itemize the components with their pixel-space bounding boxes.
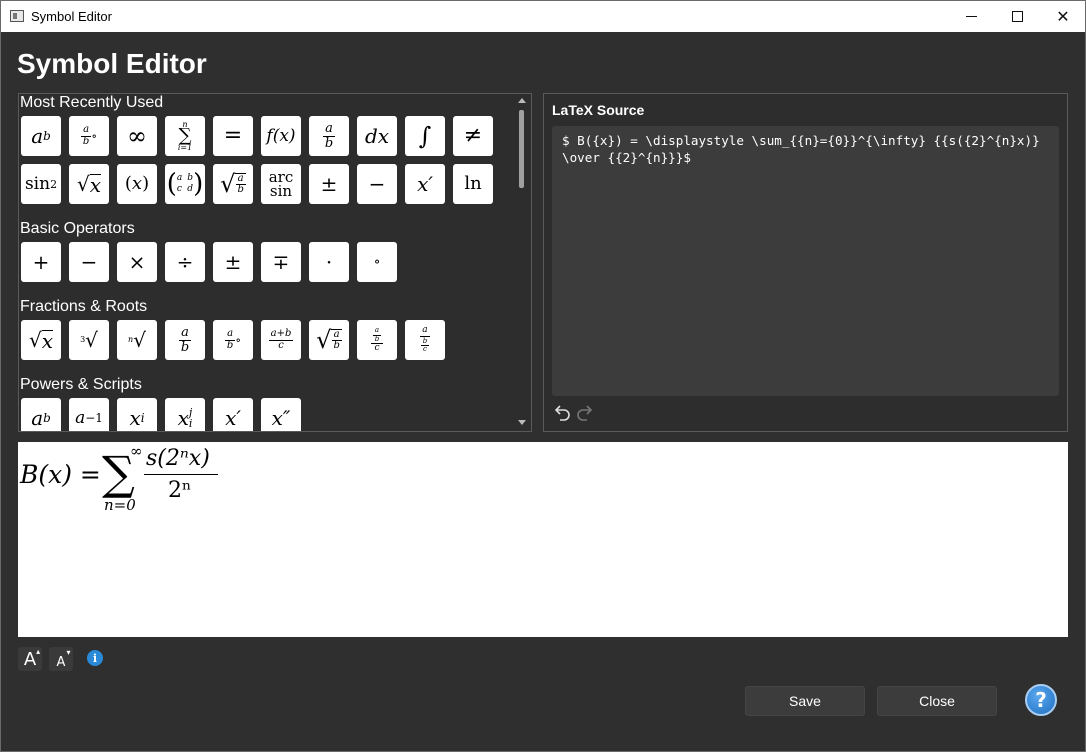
scroll-down-icon[interactable] <box>518 420 526 425</box>
title-bar: Symbol Editor ✕ <box>0 0 1086 32</box>
window-title: Symbol Editor <box>31 9 112 24</box>
palette-scrollbar[interactable] <box>514 94 530 430</box>
fraction-denominator: 2ⁿ <box>168 478 192 503</box>
redo-icon <box>577 405 593 421</box>
symbol-inverse[interactable]: a −1 <box>69 398 109 431</box>
sum-symbol: ∑ <box>102 446 135 500</box>
symbol-equals[interactable]: = <box>213 116 253 156</box>
undo-icon <box>554 405 570 421</box>
symbol-minus-op[interactable]: − <box>69 242 109 282</box>
symbol-fraction-compose[interactable]: a b ∘ <box>69 116 109 156</box>
latex-source-label: LaTeX Source <box>552 102 645 118</box>
redo-button[interactable] <box>574 402 594 422</box>
symbol-minus-plus[interactable]: ∓ <box>261 242 301 282</box>
symbol-plus-minus-op[interactable]: ± <box>213 242 253 282</box>
symbol-ln[interactable]: ln <box>453 164 493 204</box>
page-title: Symbol Editor <box>17 48 207 79</box>
symbol-power-script[interactable]: ab <box>21 398 61 431</box>
symbol-fraction-basic[interactable]: ab <box>165 320 205 360</box>
symbol-prime-script[interactable]: x′ <box>213 398 253 431</box>
section-title-most-recently-used: Most Recently Used <box>20 94 164 111</box>
symbol-subscript[interactable]: xi <box>117 398 157 431</box>
symbol-compose[interactable]: ∘ <box>357 242 397 282</box>
symbol-sin-squared[interactable]: sin 2 <box>21 164 61 204</box>
symbol-function[interactable]: f(x) <box>261 116 301 156</box>
symbol-sqrt[interactable]: √ x <box>69 164 109 204</box>
help-icon: ? <box>1035 688 1047 712</box>
symbol-plus-minus[interactable]: ± <box>309 164 349 204</box>
symbol-infinity[interactable]: ∞ <box>117 116 157 156</box>
section-title-powers-scripts: Powers & Scripts <box>20 376 142 393</box>
undo-button[interactable] <box>553 402 573 422</box>
latex-source-editor[interactable]: $ B({x}) = \displaystyle \sum_{{n}={0}}^… <box>552 126 1059 396</box>
symbol-times[interactable]: × <box>117 242 157 282</box>
app-icon <box>10 10 24 22</box>
fraction-bar <box>144 474 218 475</box>
info-icon[interactable]: i <box>87 650 103 666</box>
close-button[interactable]: Close <box>877 686 997 716</box>
symbol-parentheses[interactable]: (x) <box>117 164 157 204</box>
symbol-sqrt-frac[interactable]: √ a b <box>309 320 349 360</box>
save-button[interactable]: Save <box>745 686 865 716</box>
latex-panel: LaTeX Source $ B({x}) = \displaystyle \s… <box>543 93 1068 432</box>
symbol-arcsin[interactable]: arc sin <box>261 164 301 204</box>
symbol-power[interactable]: ab <box>21 116 61 156</box>
symbol-minus[interactable]: − <box>357 164 397 204</box>
symbol-nth-root[interactable]: n √ <box>117 320 157 360</box>
symbol-double-prime[interactable]: x″ <box>261 398 301 431</box>
scroll-thumb[interactable] <box>519 110 524 188</box>
symbol-plus[interactable]: + <box>21 242 61 282</box>
window-close-button[interactable]: ✕ <box>1040 1 1086 32</box>
symbol-divide[interactable]: ÷ <box>165 242 205 282</box>
help-button[interactable]: ? <box>1025 684 1057 716</box>
symbol-square-root[interactable]: √ x <box>21 320 61 360</box>
scroll-up-icon[interactable] <box>518 98 526 103</box>
minimize-icon <box>965 16 977 17</box>
font-increase-icon: A ▴ <box>23 646 41 670</box>
formula-preview: B(x) = ∞ ∑ n=0 s(2ⁿx) 2ⁿ <box>18 442 1068 637</box>
close-icon: ✕ <box>1056 7 1070 26</box>
symbol-matrix[interactable]: (a b c d) <box>165 164 205 204</box>
fraction-numerator: s(2ⁿx) <box>146 446 210 471</box>
symbol-integral[interactable]: ∫ <box>405 116 445 156</box>
symbol-cdot[interactable]: · <box>309 242 349 282</box>
formula-lhs: B(x) = <box>20 460 101 489</box>
symbol-not-equal[interactable]: ≠ <box>453 116 493 156</box>
symbol-nested-fraction-bottom[interactable]: abc <box>405 320 445 360</box>
sum-lower-limit: n=0 <box>104 496 136 514</box>
maximize-button[interactable] <box>994 1 1040 32</box>
symbol-fraction-circle[interactable]: a b ∘ <box>213 320 253 360</box>
maximize-icon <box>1011 11 1023 22</box>
symbol-sub-superscript[interactable]: xji <box>165 398 205 431</box>
section-title-basic-operators: Basic Operators <box>20 220 135 237</box>
font-decrease-icon: A ▾ <box>56 647 71 670</box>
symbol-sqrt-fraction[interactable]: √ a b <box>213 164 253 204</box>
symbol-cube-root[interactable]: 3 √ <box>69 320 109 360</box>
minimize-button[interactable] <box>948 1 994 32</box>
decrease-font-button[interactable]: A ▾ <box>49 647 73 671</box>
section-title-fractions-roots: Fractions & Roots <box>20 298 148 315</box>
symbol-summation[interactable]: n ∑ i=1 <box>165 116 205 156</box>
symbol-nested-fraction-top[interactable]: abc <box>357 320 397 360</box>
symbol-fraction[interactable]: ab <box>309 116 349 156</box>
symbol-prime[interactable]: x′ <box>405 164 445 204</box>
increase-font-button[interactable]: A ▴ <box>18 647 42 671</box>
symbol-differential[interactable]: dx <box>357 116 397 156</box>
symbol-sum-fraction[interactable]: a+b c <box>261 320 301 360</box>
symbol-palette: Most Recently Used ab a b ∘ ∞ n ∑ i=1 = f(x)… <box>18 93 532 432</box>
